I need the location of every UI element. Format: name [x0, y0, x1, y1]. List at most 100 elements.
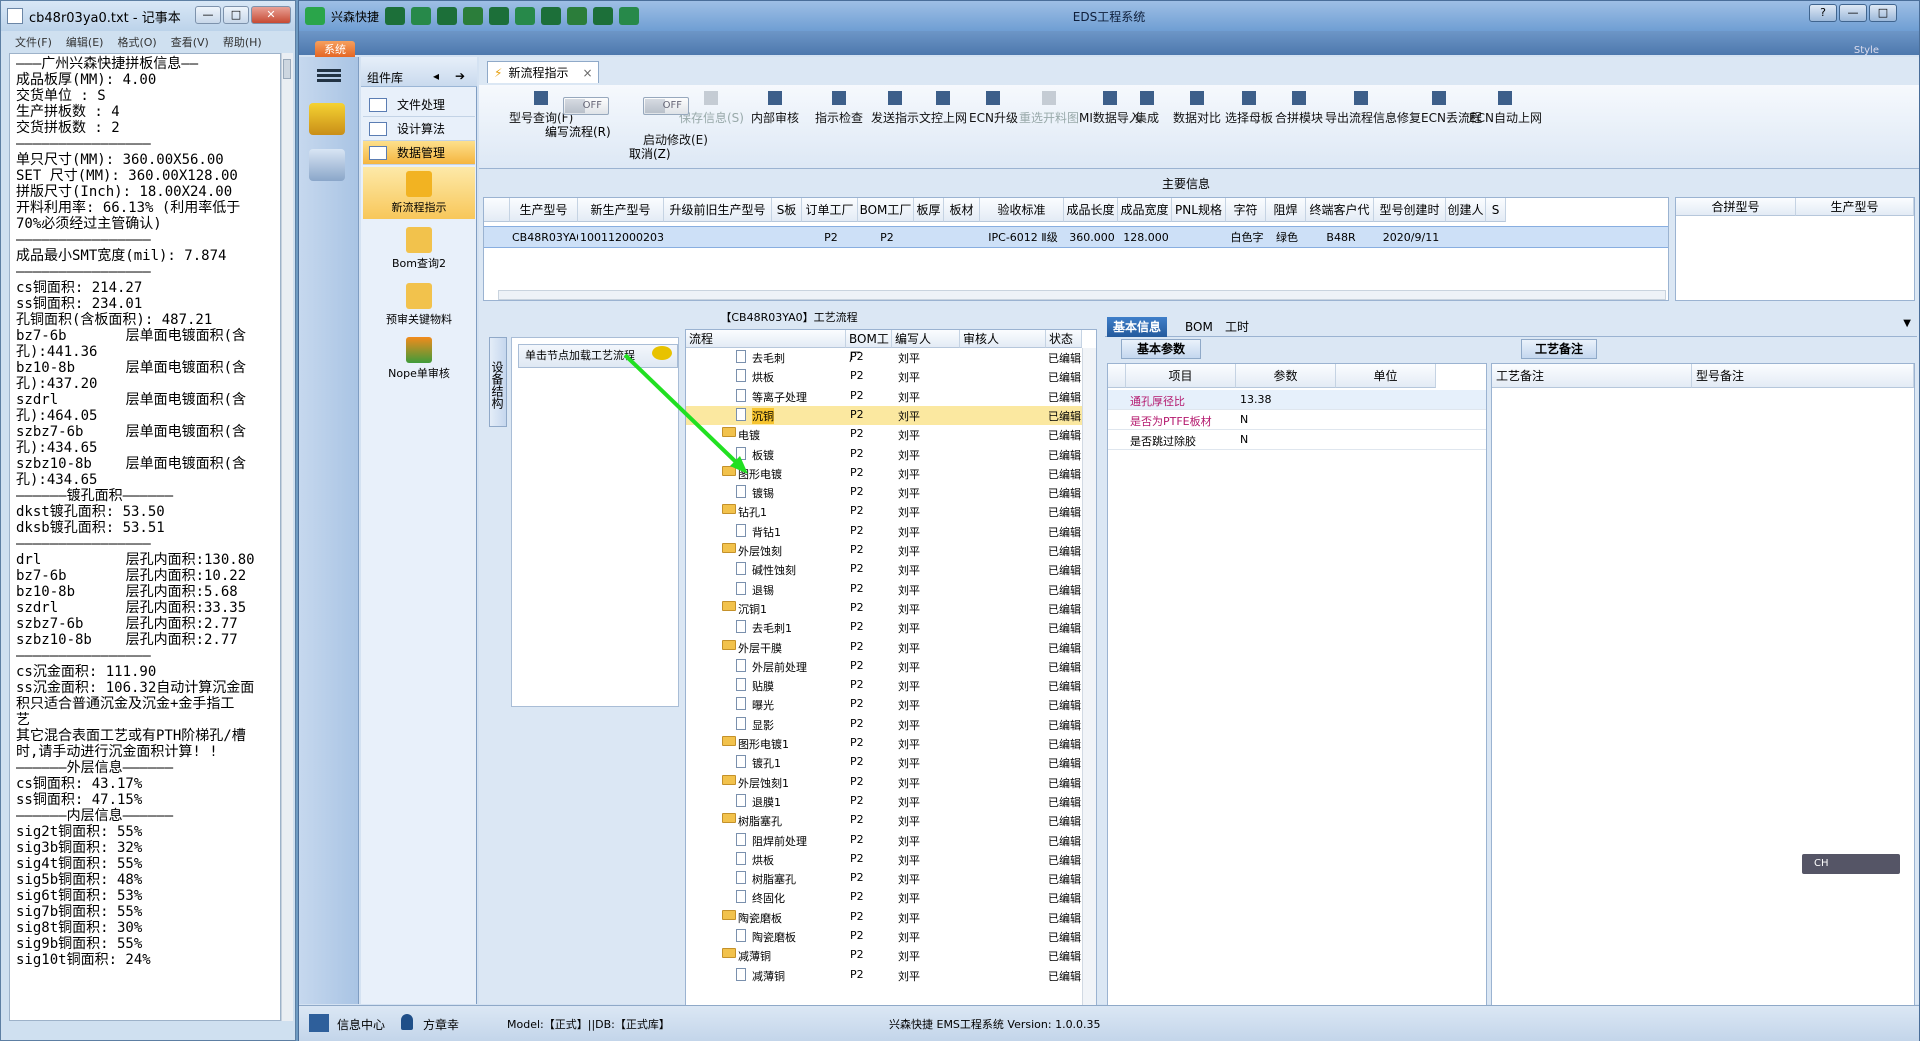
tree-row[interactable]: 陶瓷磨板 P2 刘平 已编辑 — [686, 927, 1096, 946]
notepad-titlebar[interactable]: cb48r03ya0.txt - 记事本 — □ ✕ — [1, 1, 295, 31]
component-design-algorithm[interactable]: 设计算法 — [363, 117, 475, 141]
tree-header[interactable]: 审核人 — [960, 330, 1046, 348]
param-header[interactable]: 单位 — [1336, 364, 1436, 388]
grid-header[interactable]: 成品宽度 — [1118, 198, 1172, 222]
grid-header[interactable]: 生产型号 — [510, 198, 578, 222]
tree-row[interactable]: 外层干膜 P2 刘平 已编辑 — [686, 638, 1096, 657]
toolbar-button[interactable]: 文控上网 — [919, 91, 967, 126]
grid-header[interactable]: S板 — [772, 198, 802, 222]
tree-row[interactable]: 镀锡 P2 刘平 已编辑 — [686, 483, 1096, 502]
tree-header[interactable]: 流程 — [686, 330, 846, 348]
grid-header[interactable]: 新生产型号 — [578, 198, 664, 222]
app-maximize-button[interactable]: □ — [1869, 4, 1897, 22]
side-tab-equipment[interactable]: 设备结构 — [489, 337, 507, 427]
close-icon[interactable]: × — [582, 66, 592, 80]
param-row[interactable]: 是否为PTFE板材 N — [1108, 410, 1486, 430]
hamburger-menu-icon[interactable] — [317, 67, 341, 85]
tree-row[interactable]: 背钻1 P2 刘平 已编辑 — [686, 522, 1096, 541]
tree-header[interactable]: BOM工厂 — [846, 330, 892, 364]
menu-edit[interactable]: 编辑(E) — [66, 34, 104, 50]
grid-hscroll[interactable] — [498, 290, 1666, 300]
tab-basic-params[interactable]: 基本参数 — [1121, 339, 1201, 359]
tab-basic-info[interactable]: 基本信息 — [1107, 317, 1168, 337]
param-header[interactable]: 参数 — [1236, 364, 1336, 388]
grid-header[interactable]: 订单工厂 — [802, 198, 858, 222]
menu-help[interactable]: 帮助(H) — [223, 34, 262, 50]
tree-row[interactable]: 钻孔1 P2 刘平 已编辑 — [686, 502, 1096, 521]
menu-view[interactable]: 查看(V) — [171, 34, 209, 50]
cancel-label[interactable]: 取消(Z) — [629, 145, 671, 162]
grid-header[interactable]: 字符 — [1226, 198, 1266, 222]
tree-row[interactable]: 去毛刺1 P2 刘平 已编辑 — [686, 618, 1096, 637]
style-label[interactable]: Style — [1854, 45, 1879, 56]
tree-row[interactable]: 贴膜 P2 刘平 已编辑 — [686, 676, 1096, 695]
notepad-scroll-thumb[interactable] — [283, 59, 291, 79]
tree-row[interactable]: 板镀 P2 刘平 已编辑 — [686, 445, 1096, 464]
component-file-processing[interactable]: 文件处理 — [363, 93, 475, 117]
grid-header[interactable]: 创建人 — [1446, 198, 1486, 222]
tree-row[interactable]: 沉铜1 P2 刘平 已编辑 — [686, 599, 1096, 618]
nope-review-item[interactable]: Nope单审核 — [363, 337, 475, 381]
param-value[interactable]: N — [1240, 433, 1248, 446]
tree-row[interactable]: 树脂塞孔 P2 刘平 已编辑 — [686, 811, 1096, 830]
tree-row[interactable]: 烘板 P2 刘平 已编辑 — [686, 367, 1096, 386]
windows-icon[interactable] — [309, 1014, 329, 1032]
tree-header[interactable]: 编写人 — [892, 330, 960, 348]
tree-row[interactable]: 曝光 P2 刘平 已编辑 — [686, 695, 1096, 714]
tree-row[interactable]: 碱性蚀刻 P2 刘平 已编辑 — [686, 560, 1096, 579]
param-value[interactable]: 13.38 — [1240, 393, 1272, 406]
tree-row[interactable]: 烘板 P2 刘平 已编辑 — [686, 850, 1096, 869]
toolbar-button[interactable]: 内部审核 — [751, 91, 799, 126]
ime-indicator[interactable]: CH — [1802, 854, 1900, 874]
tree-row[interactable]: 退膜1 P2 刘平 已编辑 — [686, 792, 1096, 811]
toolbar-button[interactable]: 数据对比 — [1173, 91, 1221, 126]
tree-row[interactable]: 去毛刺P2刘平已编辑 — [686, 348, 1096, 367]
component-data-management[interactable]: 数据管理 — [363, 141, 475, 165]
param-header[interactable]: 项目 — [1126, 364, 1236, 388]
maximize-button[interactable]: □ — [223, 6, 249, 24]
grid-header[interactable]: 阻焊 — [1266, 198, 1306, 222]
tree-row[interactable]: 等离子处理 P2 刘平 已编辑 — [686, 387, 1096, 406]
tab-new-flow[interactable]: ⚡ 新流程指示 × — [487, 61, 599, 83]
param-value[interactable]: N — [1240, 413, 1248, 426]
toolbar-button[interactable]: 发送指示 — [871, 91, 919, 126]
tree-row[interactable]: 树脂塞孔 P2 刘平 已编辑 — [686, 869, 1096, 888]
tree-row[interactable]: 图形电镀1 P2 刘平 已编辑 — [686, 734, 1096, 753]
pre-review-material-item[interactable]: 预审关键物料 — [363, 283, 475, 327]
tree-header[interactable]: 状态 — [1046, 330, 1082, 348]
toolbar-button[interactable]: 合拼模块 — [1275, 91, 1323, 126]
bom-query2-item[interactable]: Bom查询2 — [363, 227, 475, 271]
close-button[interactable]: ✕ — [251, 6, 291, 24]
tree-row[interactable]: 外层前处理 P2 刘平 已编辑 — [686, 657, 1096, 676]
notepad-text-area[interactable]: ———广州兴森快捷拼板信息—— 成品板厚(MM): 4.00 交货单位 : S 生产拼… — [9, 53, 281, 1021]
tree-row[interactable]: 显影 P2 刘平 已编辑 — [686, 715, 1096, 734]
tab-bom[interactable]: BOM — [1179, 317, 1219, 337]
tree-vscroll[interactable] — [1082, 348, 1096, 1022]
toolbar-button[interactable]: ECN自动上网 — [1469, 91, 1542, 126]
grid-header[interactable]: 板厚 — [914, 198, 944, 222]
grid-header[interactable]: 成品长度 — [1064, 198, 1118, 222]
info-center[interactable]: 信息中心 — [337, 1016, 385, 1033]
toolbar-button[interactable]: ECN升级 — [969, 91, 1018, 126]
toolbar-button[interactable]: 重选开料图 — [1019, 91, 1079, 126]
tree-row[interactable]: 外层蚀刻 P2 刘平 已编辑 — [686, 541, 1096, 560]
tab-craft-remark[interactable]: 工艺备注 — [1521, 339, 1597, 359]
menu-format[interactable]: 格式(O) — [117, 34, 156, 50]
dock-arrow-icon[interactable]: ➔ — [455, 69, 465, 83]
toolbar-button[interactable]: MI数据导入 — [1079, 91, 1141, 126]
toggle-switch[interactable]: OFF — [563, 97, 609, 115]
tree-row[interactable]: 退锡 P2 刘平 已编辑 — [686, 580, 1096, 599]
chevron-down-icon[interactable]: ▼ — [1903, 318, 1911, 329]
grid-header[interactable]: 升级前旧生产型号 — [664, 198, 772, 222]
tree-row[interactable]: 减薄铜 P2 刘平 已编辑 — [686, 966, 1096, 985]
toolbar-button[interactable]: 集成 — [1135, 91, 1159, 126]
tree-row[interactable]: 图形电镀 P2 刘平 已编辑 — [686, 464, 1096, 483]
grid-header[interactable]: S — [1486, 198, 1506, 222]
menu-file[interactable]: 文件(F) — [15, 34, 52, 50]
tree-row[interactable]: 电镀 P2 刘平 已编辑 — [686, 425, 1096, 444]
minimize-button[interactable]: — — [195, 6, 221, 24]
app-titlebar[interactable]: 兴森快捷 EDS工程系统 ? — □ — [299, 1, 1919, 31]
factory-icon[interactable] — [309, 103, 345, 135]
tree-row[interactable]: 阻焊前处理 P2 刘平 已编辑 — [686, 831, 1096, 850]
grid-header[interactable]: BOM工厂 — [858, 198, 914, 222]
